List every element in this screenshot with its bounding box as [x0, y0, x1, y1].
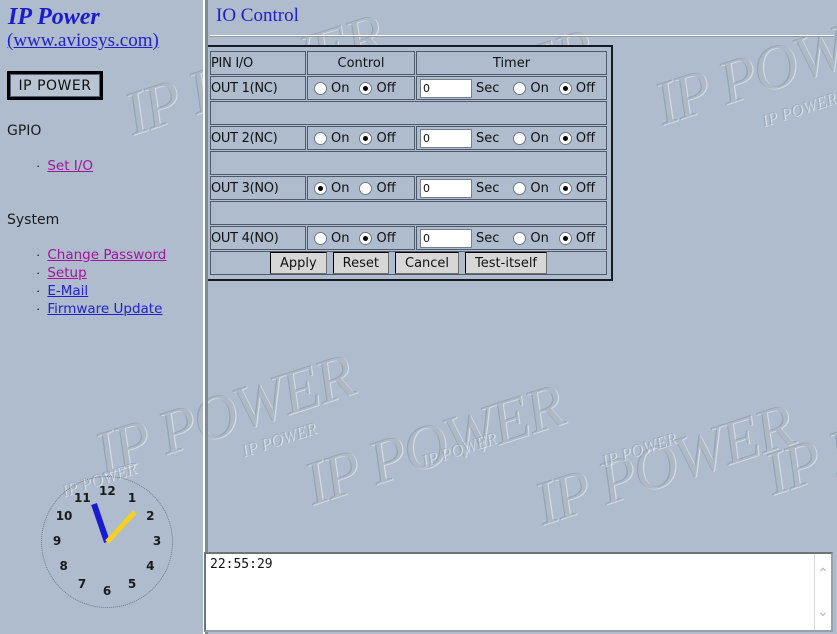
sidebar-divider-dark — [205, 0, 208, 634]
clock-number: 3 — [152, 534, 162, 548]
ip-power-logo-label: IP POWER — [10, 74, 100, 97]
heading-divider — [210, 35, 834, 37]
clock-number: 8 — [59, 559, 68, 573]
clock-number: 10 — [55, 509, 73, 523]
clock-number: 7 — [77, 577, 87, 592]
bullet-icon: · — [36, 283, 41, 298]
clock-number: 9 — [52, 534, 62, 548]
log-content: 22:55:29 — [210, 557, 273, 572]
gpio-section-title: GPIO — [7, 123, 42, 139]
sidebar-item-set-io[interactable]: · Set I/O — [36, 157, 93, 175]
scroll-down-icon[interactable]: ⌄ — [817, 604, 829, 618]
sidebar-link-email[interactable]: E-Mail — [47, 282, 88, 300]
clock-number: 11 — [74, 490, 91, 505]
bullet-icon: · — [36, 265, 41, 280]
analog-clock: 12 1 2 3 4 5 6 7 8 9 10 11 — [41, 476, 173, 608]
clock-number: 12 — [99, 484, 116, 498]
bullet-icon: · — [36, 247, 41, 262]
clock-number: 6 — [102, 584, 112, 598]
sidebar-link-firmware-update[interactable]: Firmware Update — [47, 300, 162, 318]
page-title: IO Control — [216, 5, 299, 26]
brand-url-link[interactable]: (www.aviosys.com) — [7, 30, 159, 52]
sidebar-link-setup[interactable]: Setup — [47, 264, 86, 282]
clock-number: 4 — [146, 559, 155, 573]
bullet-icon: · — [36, 301, 41, 316]
sidebar-item-setup[interactable]: · Setup — [36, 264, 166, 282]
main-panel: IO Control — [208, 0, 837, 634]
sidebar-item-change-password[interactable]: · Change Password — [36, 246, 166, 264]
system-nav-list: · Change Password · Setup · E-Mail · Fir… — [36, 246, 166, 318]
page-root: IP POWER IP POWER IP POWER IP POWER IP POWER… — [0, 0, 837, 634]
brand-title: IP Power — [8, 4, 100, 30]
clock-number: 5 — [127, 577, 137, 592]
clock-number: 1 — [127, 490, 137, 505]
scroll-up-icon[interactable]: ⌃ — [817, 566, 829, 580]
sidebar-item-email[interactable]: · E-Mail — [36, 282, 166, 300]
log-textarea[interactable]: 22:55:29 ⌃ ⌄ — [204, 552, 833, 632]
clock-number: 2 — [146, 509, 155, 523]
gpio-nav-list: · Set I/O — [36, 157, 93, 175]
bullet-icon: · — [36, 158, 41, 173]
sidebar-link-set-io[interactable]: Set I/O — [47, 157, 93, 175]
system-section-title: System — [7, 212, 60, 228]
log-scrollbar[interactable]: ⌃ ⌄ — [814, 554, 831, 630]
sidebar: IP Power (www.aviosys.com) IP POWER GPIO… — [0, 0, 203, 634]
ip-power-logo-button[interactable]: IP POWER — [7, 71, 103, 100]
sidebar-item-firmware-update[interactable]: · Firmware Update — [36, 300, 166, 318]
sidebar-link-change-password[interactable]: Change Password — [47, 246, 166, 264]
